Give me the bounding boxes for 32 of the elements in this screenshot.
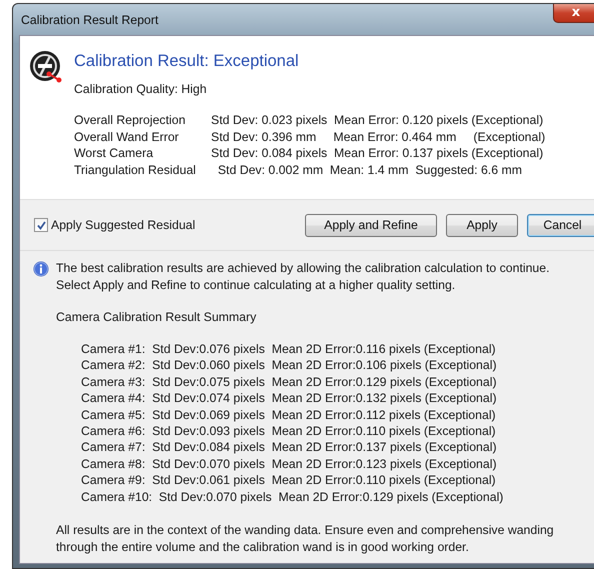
checkbox-label[interactable]: Apply Suggested Residual xyxy=(51,218,196,232)
dialog-button[interactable]: Apply xyxy=(446,214,518,236)
metric-value: Std Dev: 0.002 mm Mean: 1.4 mm Suggested: 6.6 mm xyxy=(216,162,522,178)
camera-result: Camera #6: Std Dev:0.093 pixels Mean 2D Error:0.110 pixels (Exceptional) xyxy=(81,423,497,440)
camera-result: Camera #7: Std Dev:0.084 pixels Mean 2D Error:0.137 pixels (Exceptional) xyxy=(81,439,498,456)
metric-value: Std Dev: 0.023 pixels Mean Error: 0.120 pixels (Exceptional) xyxy=(211,112,544,128)
dialog-button[interactable]: Cancel xyxy=(527,214,594,236)
close-button[interactable]: x xyxy=(553,4,594,23)
camera-result: Camera #5: Std Dev:0.069 pixels Mean 2D Error:0.112 pixels (Exceptional) xyxy=(81,406,497,424)
logo-icon xyxy=(29,50,63,84)
metric-value: Std Dev: 0.084 pixels Mean Error: 0.137 pixels (Exceptional) xyxy=(211,145,544,162)
quality-text: Calibration Quality: High xyxy=(74,82,208,96)
camera-result: Camera #10: Std Dev:0.070 pixels Mean 2D Error:0.129 pixels (Exceptional) xyxy=(81,488,504,506)
dialog-button[interactable]: Apply and Refine xyxy=(305,214,437,236)
camera-result: Camera #3: Std Dev:0.075 pixels Mean 2D Error:0.129 pixels (Exceptional) xyxy=(81,374,498,390)
camera-result: Camera #2: Std Dev:0.060 pixels Mean 2D Error:0.106 pixels (Exceptional) xyxy=(81,357,498,374)
metric-label: Triangulation Residual xyxy=(74,162,197,178)
camera-result: Camera #4: Std Dev:0.074 pixels Mean 2D Error:0.132 pixels (Exceptional) xyxy=(81,390,498,407)
camera-result: Camera #1: Std Dev:0.076 pixels Mean 2D Error:0.116 pixels (Exceptional) xyxy=(81,341,497,358)
info-message: The best calibration results are achieved by allowing the calibration calculation to continue. Select Apply and Refine to continue calculating at a higher quality setting. xyxy=(56,260,551,293)
camera-result: Camera #9: Std Dev:0.061 pixels Mean 2D Error:0.110 pixels (Exceptional) xyxy=(81,472,497,489)
summary-heading: Camera Calibration Result Summary xyxy=(56,310,258,324)
info-icon xyxy=(33,261,49,277)
camera-result: Camera #8: Std Dev:0.070 pixels Mean 2D Error:0.123 pixels (Exceptional) xyxy=(81,456,498,472)
result-heading: Calibration Result: Exceptional xyxy=(74,52,300,71)
checkbox[interactable] xyxy=(34,218,48,232)
window-title: Calibration Result Report xyxy=(21,12,158,26)
metric-label: Overall Reprojection xyxy=(74,112,186,128)
metric-label: Overall Wand Error xyxy=(74,128,180,145)
metric-value: Std Dev: 0.396 mm Mean Error: 0.464 mm (Exceptional) xyxy=(211,128,546,145)
footer-note: All results are in the context of the wanding data. Ensure even and comprehensive wanding through the entire volume and the calibration wand is in good working order. xyxy=(56,522,555,556)
metric-label: Worst Camera xyxy=(74,145,154,162)
